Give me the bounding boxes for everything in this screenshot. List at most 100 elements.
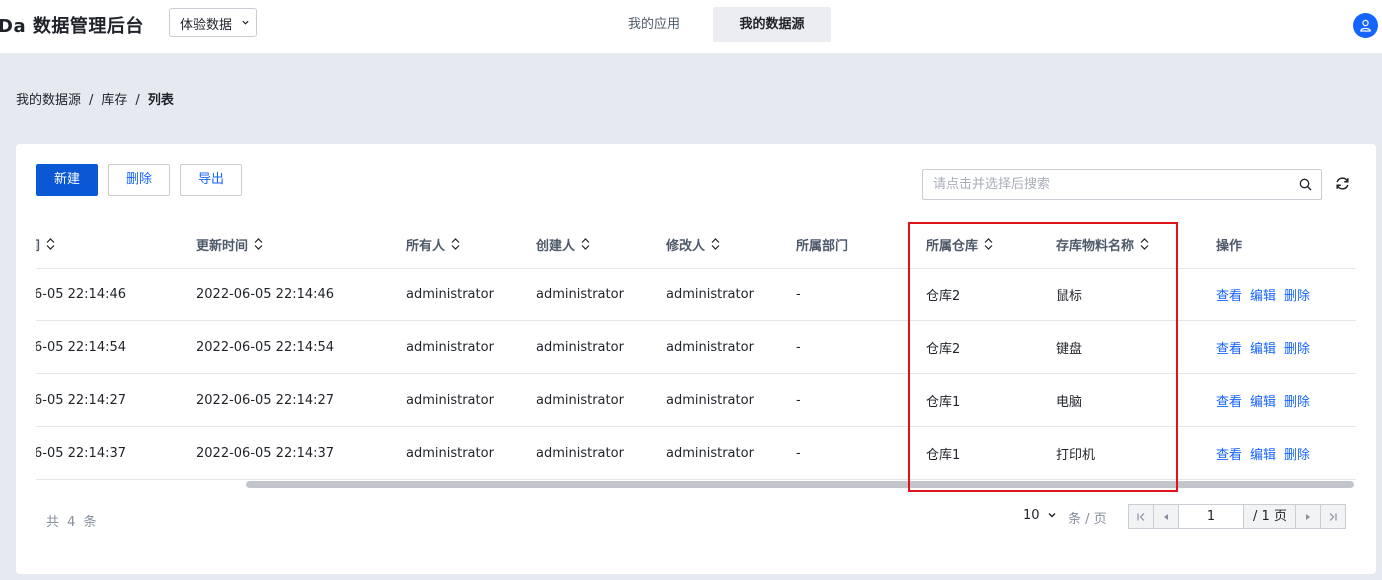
col-header-creator[interactable]: 创建人 xyxy=(536,220,590,268)
cell-updated: 2022-06-05 22:14:46 xyxy=(196,286,335,302)
sort-icon xyxy=(1140,238,1149,250)
cell-dept: - xyxy=(796,286,801,302)
search-input[interactable] xyxy=(923,170,1293,198)
sort-icon xyxy=(711,238,720,250)
page-size-select[interactable]: 10 xyxy=(1023,508,1056,523)
edit-link[interactable]: 编辑 xyxy=(1250,285,1276,304)
cell-warehouse: 仓库1 xyxy=(926,394,961,410)
table-row: 6-05 22:14:27 2022-06-05 22:14:27 admini… xyxy=(36,374,1356,427)
sort-icon xyxy=(451,238,460,250)
total-count: 共 4 条 xyxy=(46,515,99,530)
prev-page-button[interactable] xyxy=(1154,505,1179,528)
data-table: 间 更新时间 所有人 创建人 修改人 所属部门 所属仓库 xyxy=(36,220,1356,494)
view-link[interactable]: 查看 xyxy=(1216,391,1242,410)
cell-owner: administrator xyxy=(406,445,494,461)
col-header-label: 更新时间 xyxy=(196,238,249,254)
nav-tab-my-datasources[interactable]: 我的数据源 xyxy=(713,7,831,42)
sort-icon xyxy=(46,238,55,250)
breadcrumb-item-list: 列表 xyxy=(147,93,174,108)
breadcrumb: 我的数据源 / 库存 / 列表 xyxy=(16,89,174,108)
user-icon xyxy=(1360,19,1371,32)
sort-icon xyxy=(984,238,993,250)
delete-link[interactable]: 删除 xyxy=(1284,391,1310,410)
page-number-input[interactable]: 1 xyxy=(1179,505,1244,528)
col-header-warehouse[interactable]: 所属仓库 xyxy=(926,220,993,268)
next-page-button[interactable] xyxy=(1295,505,1320,528)
cell-created: 6-05 22:14:27 xyxy=(36,392,127,408)
col-header-material[interactable]: 存库物料名称 xyxy=(1056,220,1149,268)
col-header-updated[interactable]: 更新时间 xyxy=(196,220,263,268)
col-header-label: 修改人 xyxy=(666,238,706,254)
cell-owner: administrator xyxy=(406,339,494,355)
cell-actions: 查看 编辑 删除 xyxy=(1216,321,1318,373)
cell-material: 键盘 xyxy=(1056,341,1083,357)
horizontal-scrollbar[interactable] xyxy=(36,480,1356,490)
sort-icon xyxy=(581,238,590,250)
table-row: 6-05 22:14:54 2022-06-05 22:14:54 admini… xyxy=(36,321,1356,374)
new-button[interactable]: 新建 xyxy=(36,164,98,196)
cell-owner: administrator xyxy=(406,286,494,302)
cell-modifier: administrator xyxy=(666,339,754,355)
caret-right-icon xyxy=(1306,513,1310,520)
col-header-label: 间 xyxy=(36,235,40,254)
first-page-button[interactable] xyxy=(1129,505,1154,528)
cell-updated: 2022-06-05 22:14:54 xyxy=(196,339,335,355)
chevron-down-icon xyxy=(1048,513,1056,518)
cell-material: 电脑 xyxy=(1056,394,1083,410)
cell-actions: 查看 编辑 删除 xyxy=(1216,374,1318,426)
edit-link[interactable]: 编辑 xyxy=(1250,391,1276,410)
edit-link[interactable]: 编辑 xyxy=(1250,444,1276,463)
delete-link[interactable]: 删除 xyxy=(1284,338,1310,357)
breadcrumb-item-inventory[interactable]: 库存 xyxy=(101,93,127,108)
cell-updated: 2022-06-05 22:14:37 xyxy=(196,445,335,461)
user-avatar[interactable] xyxy=(1353,13,1378,38)
cell-dept: - xyxy=(796,392,801,408)
breadcrumb-separator: / xyxy=(135,93,140,108)
col-header-label: 所属仓库 xyxy=(926,238,979,254)
per-page-label: 条 / 页 xyxy=(1068,512,1107,527)
page-size-value: 10 xyxy=(1023,508,1040,523)
view-link[interactable]: 查看 xyxy=(1216,338,1242,357)
cell-material: 鼠标 xyxy=(1056,288,1083,304)
col-header-label: 创建人 xyxy=(536,238,576,254)
cell-modifier: administrator xyxy=(666,392,754,408)
cell-creator: administrator xyxy=(536,286,624,302)
delete-button[interactable]: 删除 xyxy=(108,164,170,196)
cell-warehouse: 仓库2 xyxy=(926,288,961,304)
edit-link[interactable]: 编辑 xyxy=(1250,338,1276,357)
table-header: 间 更新时间 所有人 创建人 修改人 所属部门 所属仓库 xyxy=(36,220,1356,269)
cell-creator: administrator xyxy=(536,392,624,408)
delete-link[interactable]: 删除 xyxy=(1284,444,1310,463)
view-link[interactable]: 查看 xyxy=(1216,444,1242,463)
refresh-icon[interactable] xyxy=(1335,176,1350,191)
export-button[interactable]: 导出 xyxy=(180,164,242,196)
breadcrumb-separator: / xyxy=(89,93,94,108)
view-link[interactable]: 查看 xyxy=(1216,285,1242,304)
col-header-modifier[interactable]: 修改人 xyxy=(666,220,720,268)
sort-icon xyxy=(254,238,263,250)
env-select[interactable]: 体验数据 xyxy=(169,8,257,37)
col-header-created[interactable]: 间 xyxy=(36,220,55,268)
top-bar: Da 数据管理后台 体验数据 我的应用 我的数据源 xyxy=(0,0,1382,53)
nav-tab-my-apps[interactable]: 我的应用 xyxy=(601,7,707,42)
chevron-down-icon xyxy=(242,20,249,25)
col-header-owner[interactable]: 所有人 xyxy=(406,220,460,268)
env-select-value: 体验数据 xyxy=(180,18,233,33)
breadcrumb-item-datasources[interactable]: 我的数据源 xyxy=(16,93,81,108)
search-icon[interactable] xyxy=(1299,178,1312,191)
cell-warehouse: 仓库1 xyxy=(926,447,961,463)
delete-link[interactable]: 删除 xyxy=(1284,285,1310,304)
col-header-label: 存库物料名称 xyxy=(1056,238,1135,254)
col-header-actions: 操作 xyxy=(1216,238,1243,254)
table-row: 6-05 22:14:46 2022-06-05 22:14:46 admini… xyxy=(36,268,1356,321)
app-title: Da 数据管理后台 xyxy=(0,16,144,37)
cell-created: 6-05 22:14:46 xyxy=(36,286,127,302)
last-page-icon xyxy=(1329,512,1337,521)
cell-created: 6-05 22:14:54 xyxy=(36,339,127,355)
cell-creator: administrator xyxy=(536,445,624,461)
cell-owner: administrator xyxy=(406,392,494,408)
last-page-button[interactable] xyxy=(1320,505,1345,528)
first-page-icon xyxy=(1137,512,1145,521)
scrollbar-thumb[interactable] xyxy=(246,481,1354,488)
cell-actions: 查看 编辑 删除 xyxy=(1216,268,1318,320)
